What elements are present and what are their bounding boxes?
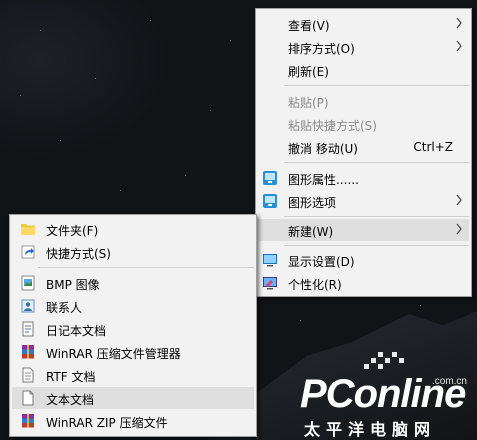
menu-item-label: 文件夹(F) [46,224,99,238]
menu-item-label: 撤消 移动(U) [288,142,358,156]
contact-icon [21,299,35,313]
watermark-dots-icon [364,352,404,369]
folder-icon [21,224,35,235]
chevron-right-icon [456,194,462,206]
menu-separator [284,162,469,163]
new-item-winrar[interactable]: WinRAR 压缩文件管理器 [12,341,254,363]
chevron-right-icon [456,17,462,29]
personalize-icon [263,277,277,290]
new-item-text-document[interactable]: 文本文档 [12,387,254,409]
menu-item-undo-move[interactable]: 撤消 移动(U) Ctrl+Z [258,136,469,158]
new-item-bmp-image[interactable]: BMP 图像 [12,272,254,294]
menu-item-display-settings[interactable]: 显示设置(D) [258,249,469,271]
menu-item-label: 个性化(R) [288,278,342,292]
bmp-image-icon [21,275,35,291]
menu-item-view[interactable]: 查看(V) [258,13,469,35]
new-item-rtf-document[interactable]: RTF 文档 [12,364,254,386]
chevron-right-icon [456,40,462,52]
menu-item-label: 新建(W) [288,225,334,239]
shortcut-icon [21,245,35,259]
menu-item-label: 刷新(E) [288,65,329,79]
new-item-winrar-zip[interactable]: WinRAR ZIP 压缩文件 [12,410,254,432]
pconline-watermark: PConline .com.cn 太平洋电脑网 [300,350,475,439]
menu-item-label: 图形属性...... [288,173,359,187]
menu-item-label: RTF 文档 [46,370,96,384]
menu-item-label: 联系人 [46,301,83,315]
menu-separator [284,85,469,86]
winrar-zip-icon [22,414,34,428]
text-document-icon [22,390,34,406]
new-submenu: 文件夹(F) 快捷方式(S) BMP 图像 联系人 日记本文档 WinRAR 压… [9,214,257,437]
watermark-chinese-name: 太平洋电脑网 [304,422,437,439]
menu-item-refresh[interactable]: 刷新(E) [258,59,469,81]
menu-item-label: 文本文档 [46,393,95,407]
menu-item-paste: 粘贴(P) [258,90,469,112]
chevron-right-icon [456,223,462,235]
rtf-document-icon [22,367,34,383]
graphics-options-icon [263,194,277,208]
new-item-shortcut[interactable]: 快捷方式(S) [12,241,254,263]
display-settings-icon [263,254,277,267]
menu-item-new[interactable]: 新建(W) [258,219,469,241]
shortcut-text: Ctrl+Z [413,140,453,154]
new-item-contact[interactable]: 联系人 [12,295,254,317]
menu-separator [38,267,254,268]
winrar-icon [22,345,34,359]
menu-item-label: WinRAR 压缩文件管理器 [46,347,181,361]
journal-icon [22,321,34,337]
watermark-domain: .com.cn [431,376,467,387]
menu-item-label: 显示设置(D) [288,255,355,269]
menu-item-label: 粘贴快捷方式(S) [288,119,377,133]
menu-item-personalize[interactable]: 个性化(R) [258,272,469,294]
desktop-context-menu: 查看(V) 排序方式(O) 刷新(E) 粘贴(P) 粘贴快捷方式(S) 撤消 移… [255,8,472,297]
graphics-properties-icon [263,171,277,185]
menu-item-label: 查看(V) [288,19,330,33]
menu-item-graphics-properties[interactable]: 图形属性...... [258,167,469,189]
menu-item-label: 图形选项 [288,196,337,210]
menu-item-label: 快捷方式(S) [46,247,111,261]
new-item-folder[interactable]: 文件夹(F) [12,218,254,240]
menu-item-label: BMP 图像 [46,278,100,292]
menu-item-label: 粘贴(P) [288,96,329,110]
menu-item-sort-by[interactable]: 排序方式(O) [258,36,469,58]
menu-item-label: WinRAR ZIP 压缩文件 [46,416,168,430]
menu-item-graphics-options[interactable]: 图形选项 [258,190,469,212]
new-item-journal[interactable]: 日记本文档 [12,318,254,340]
menu-separator [284,216,469,217]
menu-item-label: 排序方式(O) [288,42,355,56]
menu-item-paste-shortcut: 粘贴快捷方式(S) [258,113,469,135]
menu-item-label: 日记本文档 [46,324,107,338]
menu-separator [284,245,469,246]
